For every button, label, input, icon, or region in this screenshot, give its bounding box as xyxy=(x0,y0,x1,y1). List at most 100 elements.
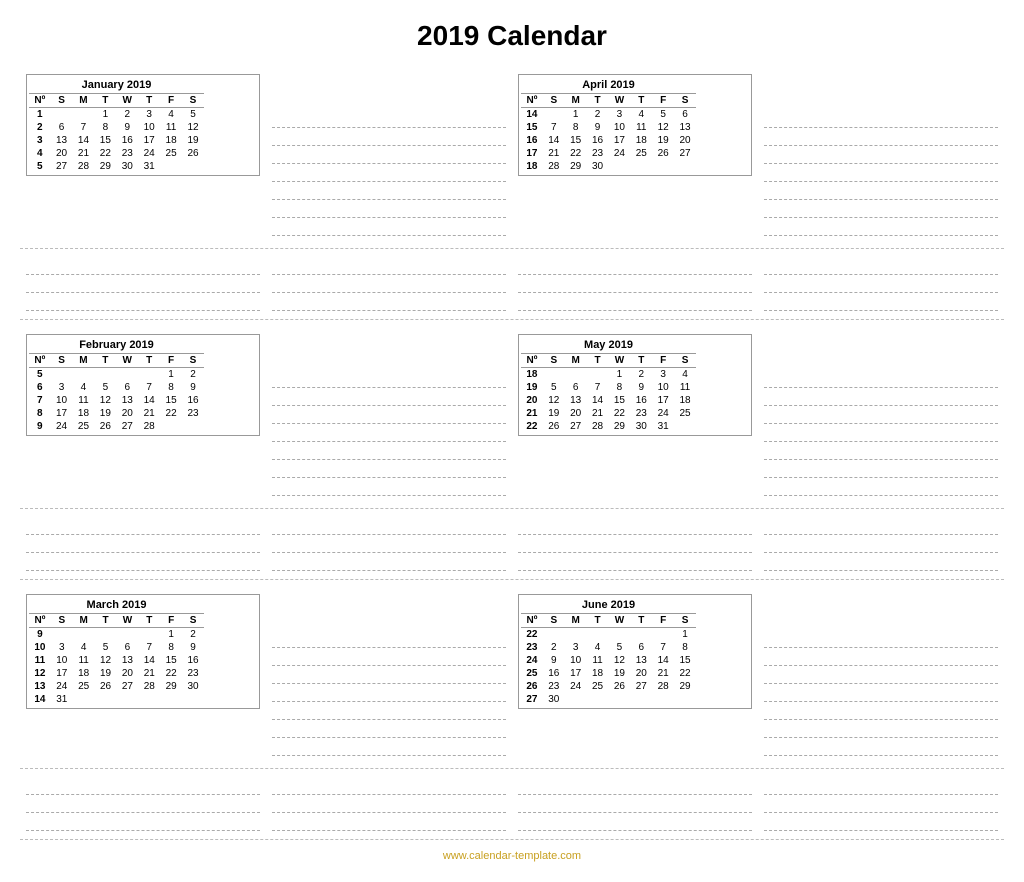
notes-line[interactable] xyxy=(764,722,998,738)
notes-line[interactable] xyxy=(26,277,260,293)
notes-line[interactable] xyxy=(272,259,506,275)
notes-line[interactable] xyxy=(272,444,506,460)
notes-line[interactable] xyxy=(764,130,998,146)
notes-line[interactable] xyxy=(26,295,260,311)
notes-line[interactable] xyxy=(764,277,998,293)
notes-line[interactable] xyxy=(518,815,752,831)
notes-line[interactable] xyxy=(764,259,998,275)
notes-line[interactable] xyxy=(764,815,998,831)
notes-line[interactable] xyxy=(272,537,506,553)
notes-line[interactable] xyxy=(272,462,506,478)
notes-line[interactable] xyxy=(764,779,998,795)
extra-notes-1-0 xyxy=(20,513,266,575)
notes-line[interactable] xyxy=(764,295,998,311)
notes-line[interactable] xyxy=(764,390,998,406)
notes-line[interactable] xyxy=(26,259,260,275)
notes-line[interactable] xyxy=(272,220,506,236)
notes-line[interactable] xyxy=(764,184,998,200)
notes-line[interactable] xyxy=(272,632,506,648)
notes-line[interactable] xyxy=(764,220,998,236)
notes-line[interactable] xyxy=(272,668,506,684)
notes-line[interactable] xyxy=(272,184,506,200)
notes-line[interactable] xyxy=(26,815,260,831)
notes-line[interactable] xyxy=(764,148,998,164)
extra-notes-2-1 xyxy=(266,773,512,835)
notes-line[interactable] xyxy=(272,797,506,813)
notes-line[interactable] xyxy=(272,426,506,442)
notes-line[interactable] xyxy=(272,130,506,146)
notes-line[interactable] xyxy=(764,740,998,756)
notes-line[interactable] xyxy=(764,555,998,571)
calendar-cell-1-0: February 2019NºSMTWTFS512634567897101112… xyxy=(20,330,266,440)
notes-line[interactable] xyxy=(518,797,752,813)
notes-line[interactable] xyxy=(26,797,260,813)
notes-line[interactable] xyxy=(272,555,506,571)
notes-line[interactable] xyxy=(518,277,752,293)
notes-cell-1-1 xyxy=(758,330,1004,502)
extra-notes-0-1 xyxy=(266,253,512,315)
notes-line[interactable] xyxy=(764,462,998,478)
calendar-table: June 2019NºSMTWTFS2212323456782491011121… xyxy=(521,597,696,706)
notes-line[interactable] xyxy=(518,555,752,571)
notes-line[interactable] xyxy=(272,815,506,831)
calendar-cell-2-0: March 2019NºSMTWTFS912103456789111011121… xyxy=(20,590,266,713)
notes-line[interactable] xyxy=(764,444,998,460)
notes-line[interactable] xyxy=(764,112,998,128)
notes-line[interactable] xyxy=(272,519,506,535)
notes-line[interactable] xyxy=(26,537,260,553)
notes-line[interactable] xyxy=(518,779,752,795)
notes-line[interactable] xyxy=(518,537,752,553)
notes-line[interactable] xyxy=(272,148,506,164)
notes-line[interactable] xyxy=(272,277,506,293)
notes-line[interactable] xyxy=(272,112,506,128)
notes-line[interactable] xyxy=(764,372,998,388)
extra-notes-2-0 xyxy=(20,773,266,835)
footer-link[interactable]: www.calendar-template.com xyxy=(20,850,1004,862)
notes-cell-2-1 xyxy=(758,590,1004,762)
notes-line[interactable] xyxy=(272,390,506,406)
notes-line[interactable] xyxy=(272,202,506,218)
extra-notes-2-2 xyxy=(512,773,758,835)
notes-line[interactable] xyxy=(764,480,998,496)
notes-line[interactable] xyxy=(764,537,998,553)
notes-line[interactable] xyxy=(764,650,998,666)
notes-line[interactable] xyxy=(272,295,506,311)
notes-line[interactable] xyxy=(272,480,506,496)
row-group-2: March 2019NºSMTWTFS912103456789111011121… xyxy=(20,590,1004,840)
extra-notes-1-1 xyxy=(266,513,512,575)
notes-line[interactable] xyxy=(764,408,998,424)
calendar-table: March 2019NºSMTWTFS912103456789111011121… xyxy=(29,597,204,706)
notes-line[interactable] xyxy=(272,740,506,756)
notes-line[interactable] xyxy=(518,519,752,535)
notes-line[interactable] xyxy=(764,797,998,813)
notes-line[interactable] xyxy=(272,704,506,720)
notes-line[interactable] xyxy=(26,555,260,571)
notes-line[interactable] xyxy=(272,650,506,666)
calendar-cell-0-1: April 2019NºSMTWTFS141234561578910111213… xyxy=(512,70,758,180)
notes-line[interactable] xyxy=(764,202,998,218)
calendar-cell-1-1: May 2019NºSMTWTFS18123419567891011201213… xyxy=(512,330,758,440)
notes-line[interactable] xyxy=(272,166,506,182)
notes-line[interactable] xyxy=(518,295,752,311)
notes-line[interactable] xyxy=(272,686,506,702)
notes-line[interactable] xyxy=(26,779,260,795)
notes-line[interactable] xyxy=(272,722,506,738)
notes-line[interactable] xyxy=(764,686,998,702)
notes-line[interactable] xyxy=(764,426,998,442)
extra-notes-0-0 xyxy=(20,253,266,315)
notes-line[interactable] xyxy=(272,408,506,424)
notes-line[interactable] xyxy=(764,166,998,182)
notes-line[interactable] xyxy=(272,779,506,795)
notes-line[interactable] xyxy=(764,704,998,720)
extra-notes-2-3 xyxy=(758,773,1004,835)
notes-line[interactable] xyxy=(764,668,998,684)
notes-line[interactable] xyxy=(764,632,998,648)
notes-line[interactable] xyxy=(518,259,752,275)
extra-notes-0-2 xyxy=(512,253,758,315)
notes-line[interactable] xyxy=(26,519,260,535)
extra-notes-0-3 xyxy=(758,253,1004,315)
notes-cell-0-0 xyxy=(266,70,512,242)
notes-line[interactable] xyxy=(272,372,506,388)
notes-line[interactable] xyxy=(764,519,998,535)
calendar-table: January 2019NºSMTWTFS1123452678910111231… xyxy=(29,77,204,173)
